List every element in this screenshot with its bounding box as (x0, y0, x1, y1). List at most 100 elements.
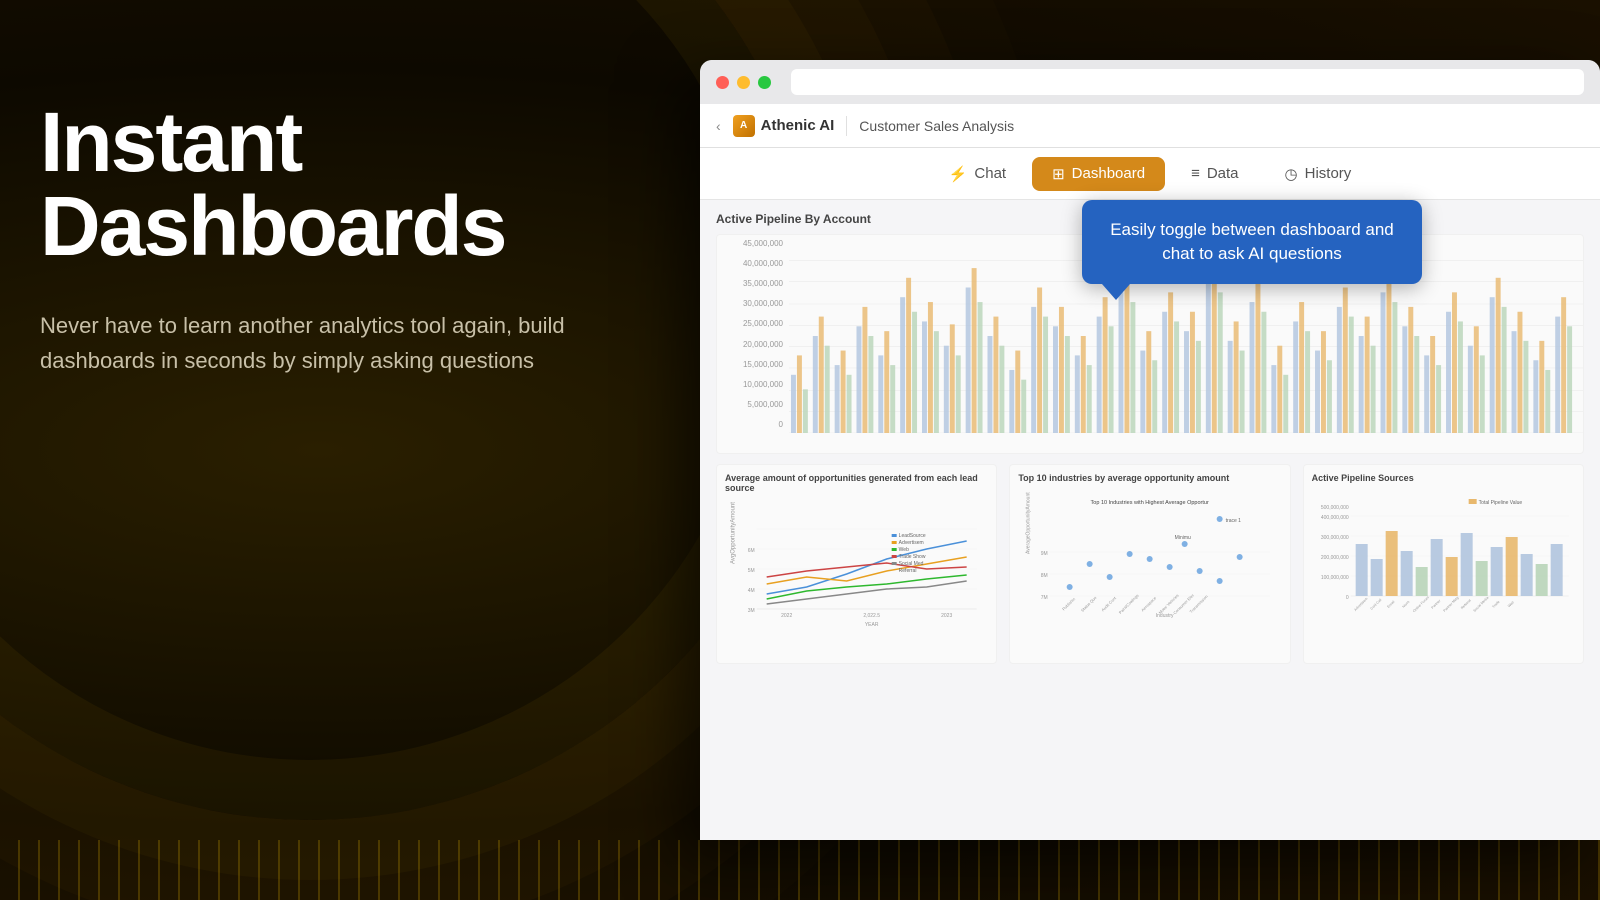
heading-line2: Dashboards (40, 179, 505, 273)
svg-text:4M: 4M (748, 588, 755, 594)
lead-source-chart: Average amount of opportunities generate… (716, 464, 997, 664)
svg-text:Email: Email (1386, 600, 1395, 609)
svg-text:Web: Web (1507, 600, 1515, 608)
sub-text: Never have to learn another analytics to… (40, 308, 600, 378)
y-label-35m: 35,000,000 (721, 279, 783, 288)
page-title: Customer Sales Analysis (859, 118, 1014, 134)
tab-dashboard[interactable]: ⊞ Dashboard (1032, 157, 1165, 191)
brand-name: Athenic AI (761, 117, 835, 134)
pipeline-sources-chart: Active Pipeline Sources Total Pipeline V… (1303, 464, 1584, 664)
tab-chat[interactable]: ⚡ Chat (929, 157, 1026, 191)
svg-text:Partner Mktg: Partner Mktg (1442, 596, 1459, 613)
industry-chart: Top 10 industries by average opportunity… (1009, 464, 1290, 664)
svg-text:Referral: Referral (1460, 598, 1472, 610)
svg-text:400,000,000: 400,000,000 (1321, 515, 1349, 521)
gold-lines-decoration (0, 840, 1600, 900)
svg-text:Norm: Norm (1401, 600, 1410, 609)
svg-text:Publishin: Publishin (1061, 596, 1076, 611)
industry-title: Top 10 industries by average opportunity… (1018, 473, 1281, 483)
svg-text:100,000,000: 100,000,000 (1321, 575, 1349, 581)
app-logo: A Athenic AI (733, 115, 835, 137)
svg-text:Industry: Industry (1156, 613, 1174, 619)
svg-text:Paint/Coatings: Paint/Coatings (1118, 593, 1140, 615)
svg-text:500,000,000: 500,000,000 (1321, 505, 1349, 511)
svg-text:200,000,000: 200,000,000 (1321, 555, 1349, 561)
svg-text:7M: 7M (1041, 595, 1048, 601)
tab-history-label: History (1305, 165, 1352, 182)
heading-line1: Instant (40, 95, 301, 189)
dashboard-icon: ⊞ (1052, 165, 1065, 183)
maximize-button[interactable] (758, 76, 771, 89)
svg-text:6M: 6M (748, 548, 755, 554)
svg-text:0: 0 (1346, 595, 1349, 601)
svg-text:Referral: Referral (899, 568, 917, 574)
y-label-15m: 15,000,000 (721, 360, 783, 369)
svg-text:Top 10 Industries with Highest: Top 10 Industries with Highest Average O… (1091, 500, 1209, 506)
tooltip-box: Easily toggle between dashboard and chat… (1082, 200, 1422, 284)
history-icon: ◷ (1285, 165, 1298, 183)
y-label-45m: 45,000,000 (721, 239, 783, 248)
svg-text:LeadSource: LeadSource (899, 533, 926, 539)
y-label-40m: 40,000,000 (721, 259, 783, 268)
tooltip-arrow (1102, 284, 1130, 300)
y-axis-labels: 0 5,000,000 10,000,000 15,000,000 20,000… (717, 235, 789, 433)
svg-text:trace 1: trace 1 (1226, 518, 1242, 524)
bottom-charts-row: Average amount of opportunities generate… (716, 464, 1584, 664)
svg-text:Cold Call: Cold Call (1369, 598, 1382, 611)
pipeline-bar-svg: Total Pipeline Value 0 100,000,000 200,0… (1312, 489, 1575, 619)
tab-chat-label: Chat (974, 165, 1006, 182)
tab-data[interactable]: ≡ Data (1171, 157, 1258, 190)
tab-bar-container: ⚡ Chat ⊞ Dashboard ≡ Data ◷ History E (700, 148, 1600, 200)
address-bar[interactable] (791, 69, 1584, 95)
svg-text:Trade: Trade (1491, 600, 1500, 609)
svg-text:2022: 2022 (781, 613, 792, 619)
svg-text:YEAR: YEAR (865, 622, 879, 628)
svg-text:AvgOpportunityAmount: AvgOpportunityAmount (731, 502, 737, 564)
y-label-20m: 20,000,000 (721, 340, 783, 349)
close-button[interactable] (716, 76, 729, 89)
svg-text:8M: 8M (1041, 573, 1048, 579)
svg-text:Minimu: Minimu (1175, 535, 1191, 541)
svg-text:Advertisem: Advertisem (1353, 597, 1368, 612)
tooltip-text: Easily toggle between dashboard and chat… (1110, 220, 1394, 263)
line-chart-svg: AvgOpportunityAmount 3M 4M 5M 6M (725, 499, 988, 629)
nav-divider (846, 116, 847, 136)
svg-text:Social Media: Social Media (1472, 596, 1489, 613)
svg-text:Audit Cont: Audit Cont (1101, 595, 1118, 612)
chat-icon: ⚡ (949, 165, 968, 183)
browser-titlebar (700, 60, 1600, 104)
tab-history[interactable]: ◷ History (1265, 157, 1372, 191)
tab-data-label: Data (1207, 165, 1239, 182)
browser-window: ‹ A Athenic AI Customer Sales Analysis ⚡… (700, 60, 1600, 840)
svg-text:2023: 2023 (941, 613, 952, 619)
y-label-5m: 5,000,000 (721, 400, 783, 409)
svg-text:Social Med: Social Med (899, 561, 924, 567)
lead-source-title: Average amount of opportunities generate… (725, 473, 988, 493)
browser-mockup: ‹ A Athenic AI Customer Sales Analysis ⚡… (700, 60, 1600, 840)
svg-text:Total Pipeline Value: Total Pipeline Value (1478, 500, 1522, 506)
svg-text:5M: 5M (748, 568, 755, 574)
svg-text:9M: 9M (1041, 551, 1048, 557)
back-button[interactable]: ‹ (716, 118, 721, 134)
svg-text:AverageOpportunityAmount: AverageOpportunityAmount (1026, 492, 1032, 554)
svg-text:Status Quo: Status Quo (1080, 595, 1098, 613)
y-label-30m: 30,000,000 (721, 299, 783, 308)
tab-bar: ⚡ Chat ⊞ Dashboard ≡ Data ◷ History (700, 148, 1600, 200)
main-heading: Instant Dashboards (40, 100, 600, 268)
minimize-button[interactable] (737, 76, 750, 89)
pipeline-sources-title: Active Pipeline Sources (1312, 473, 1575, 483)
dashboard-content: Active Pipeline By Account 0 5,000,000 1… (700, 200, 1600, 840)
svg-text:Partner: Partner (1430, 598, 1442, 610)
tab-dashboard-label: Dashboard (1072, 165, 1145, 182)
svg-text:Advertisem: Advertisem (899, 540, 924, 546)
svg-text:Online Forum: Online Forum (1412, 595, 1430, 613)
left-panel: Instant Dashboards Never have to learn a… (40, 100, 600, 378)
browser-nav: ‹ A Athenic AI Customer Sales Analysis (700, 104, 1600, 148)
y-label-25m: 25,000,000 (721, 319, 783, 328)
svg-text:Trade Show: Trade Show (899, 554, 926, 560)
svg-text:Web: Web (899, 547, 909, 553)
svg-text:300,000,000: 300,000,000 (1321, 535, 1349, 541)
y-label-0: 0 (721, 420, 783, 429)
scatter-chart-svg: AverageOpportunityAmount Industry Top 10… (1018, 489, 1281, 619)
svg-text:Aerospace: Aerospace (1140, 595, 1158, 613)
